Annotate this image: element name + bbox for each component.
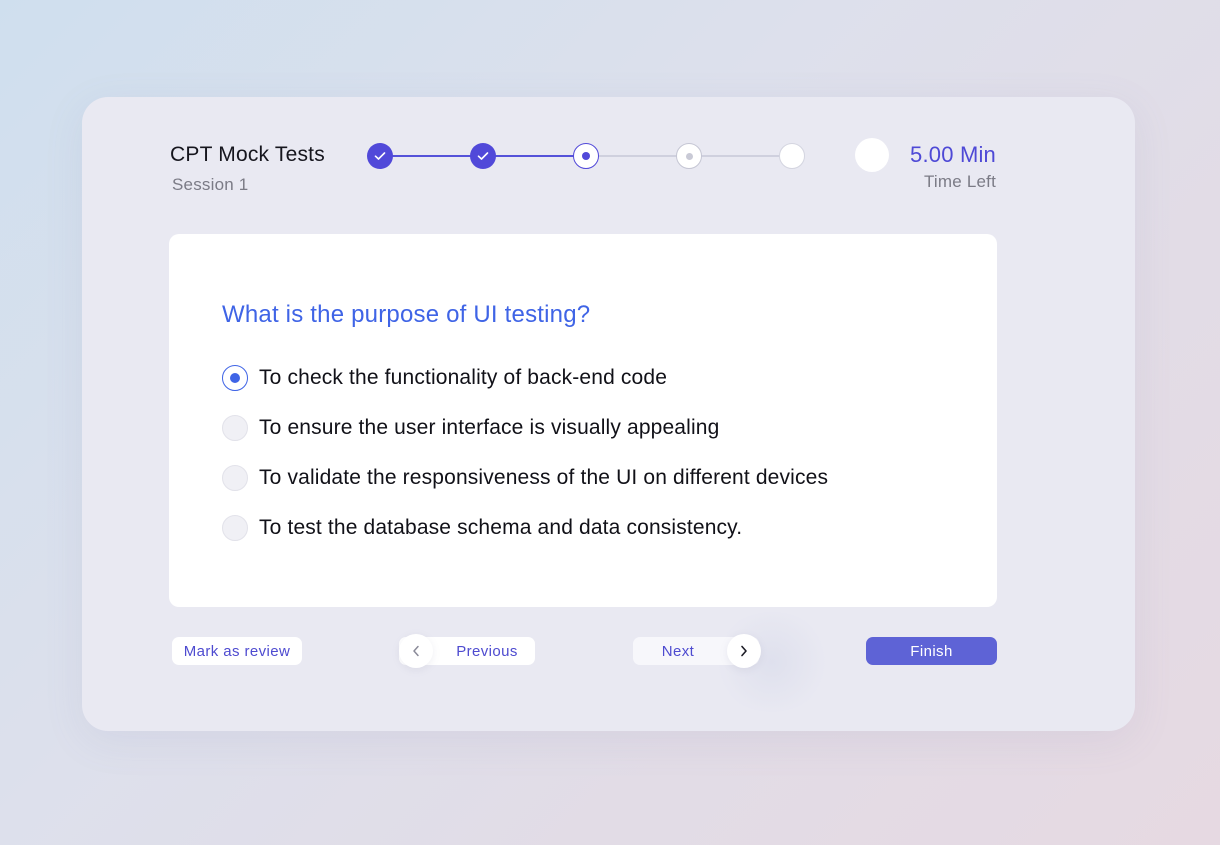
finish-button[interactable]: Finish — [866, 637, 997, 665]
quiz-title: CPT Mock Tests — [170, 143, 325, 166]
option-label: To test the database schema and data con… — [259, 516, 743, 539]
answer-option[interactable]: To ensure the user interface is visually… — [222, 415, 719, 441]
timer-value: 5.00 Min — [910, 142, 996, 167]
option-label: To ensure the user interface is visually… — [259, 416, 720, 439]
step-5[interactable] — [779, 143, 805, 169]
step-2[interactable] — [470, 143, 496, 169]
question-panel: What is the purpose of UI testing? To ch… — [169, 234, 997, 607]
step-3[interactable] — [573, 143, 599, 169]
radio-button[interactable] — [222, 515, 248, 541]
radio-button[interactable] — [222, 465, 248, 491]
next-label: Next — [661, 642, 695, 660]
session-label: Session 1 — [172, 175, 249, 194]
answer-option[interactable]: To test the database schema and data con… — [222, 515, 742, 541]
timer-icon — [855, 138, 889, 172]
step-connector — [689, 155, 792, 157]
check-icon — [477, 152, 489, 160]
mark-as-review-label: Mark as review — [183, 642, 291, 660]
pending-step-dot-icon — [685, 152, 693, 160]
current-step-dot-icon — [582, 152, 590, 160]
next-button[interactable]: Next — [633, 634, 761, 668]
step-1[interactable] — [367, 143, 393, 169]
previous-button[interactable]: Previous — [399, 634, 535, 668]
step-connector — [483, 155, 586, 157]
step-connector — [380, 155, 483, 157]
previous-label: Previous — [456, 642, 518, 660]
quiz-card: CPT Mock Tests Session 1 5.00 Min Time L… — [82, 97, 1135, 731]
chevron-right-icon — [727, 634, 761, 668]
radio-dot-icon — [230, 373, 240, 383]
chevron-left-icon — [399, 634, 433, 668]
answer-option[interactable]: To validate the responsiveness of the UI… — [222, 465, 828, 491]
radio-button-selected[interactable] — [222, 365, 248, 391]
step-4[interactable] — [676, 143, 702, 169]
mark-as-review-button[interactable]: Mark as review — [172, 637, 302, 665]
option-label: To check the functionality of back-end c… — [259, 366, 668, 389]
step-connector — [586, 155, 689, 157]
radio-button[interactable] — [222, 415, 248, 441]
progress-stepper — [367, 143, 805, 169]
finish-label: Finish — [910, 642, 953, 660]
timer-label: Time Left — [923, 172, 996, 191]
option-label: To validate the responsiveness of the UI… — [259, 466, 829, 489]
answer-option[interactable]: To check the functionality of back-end c… — [222, 365, 667, 391]
question-text: What is the purpose of UI testing? — [222, 301, 591, 328]
check-icon — [374, 152, 386, 160]
